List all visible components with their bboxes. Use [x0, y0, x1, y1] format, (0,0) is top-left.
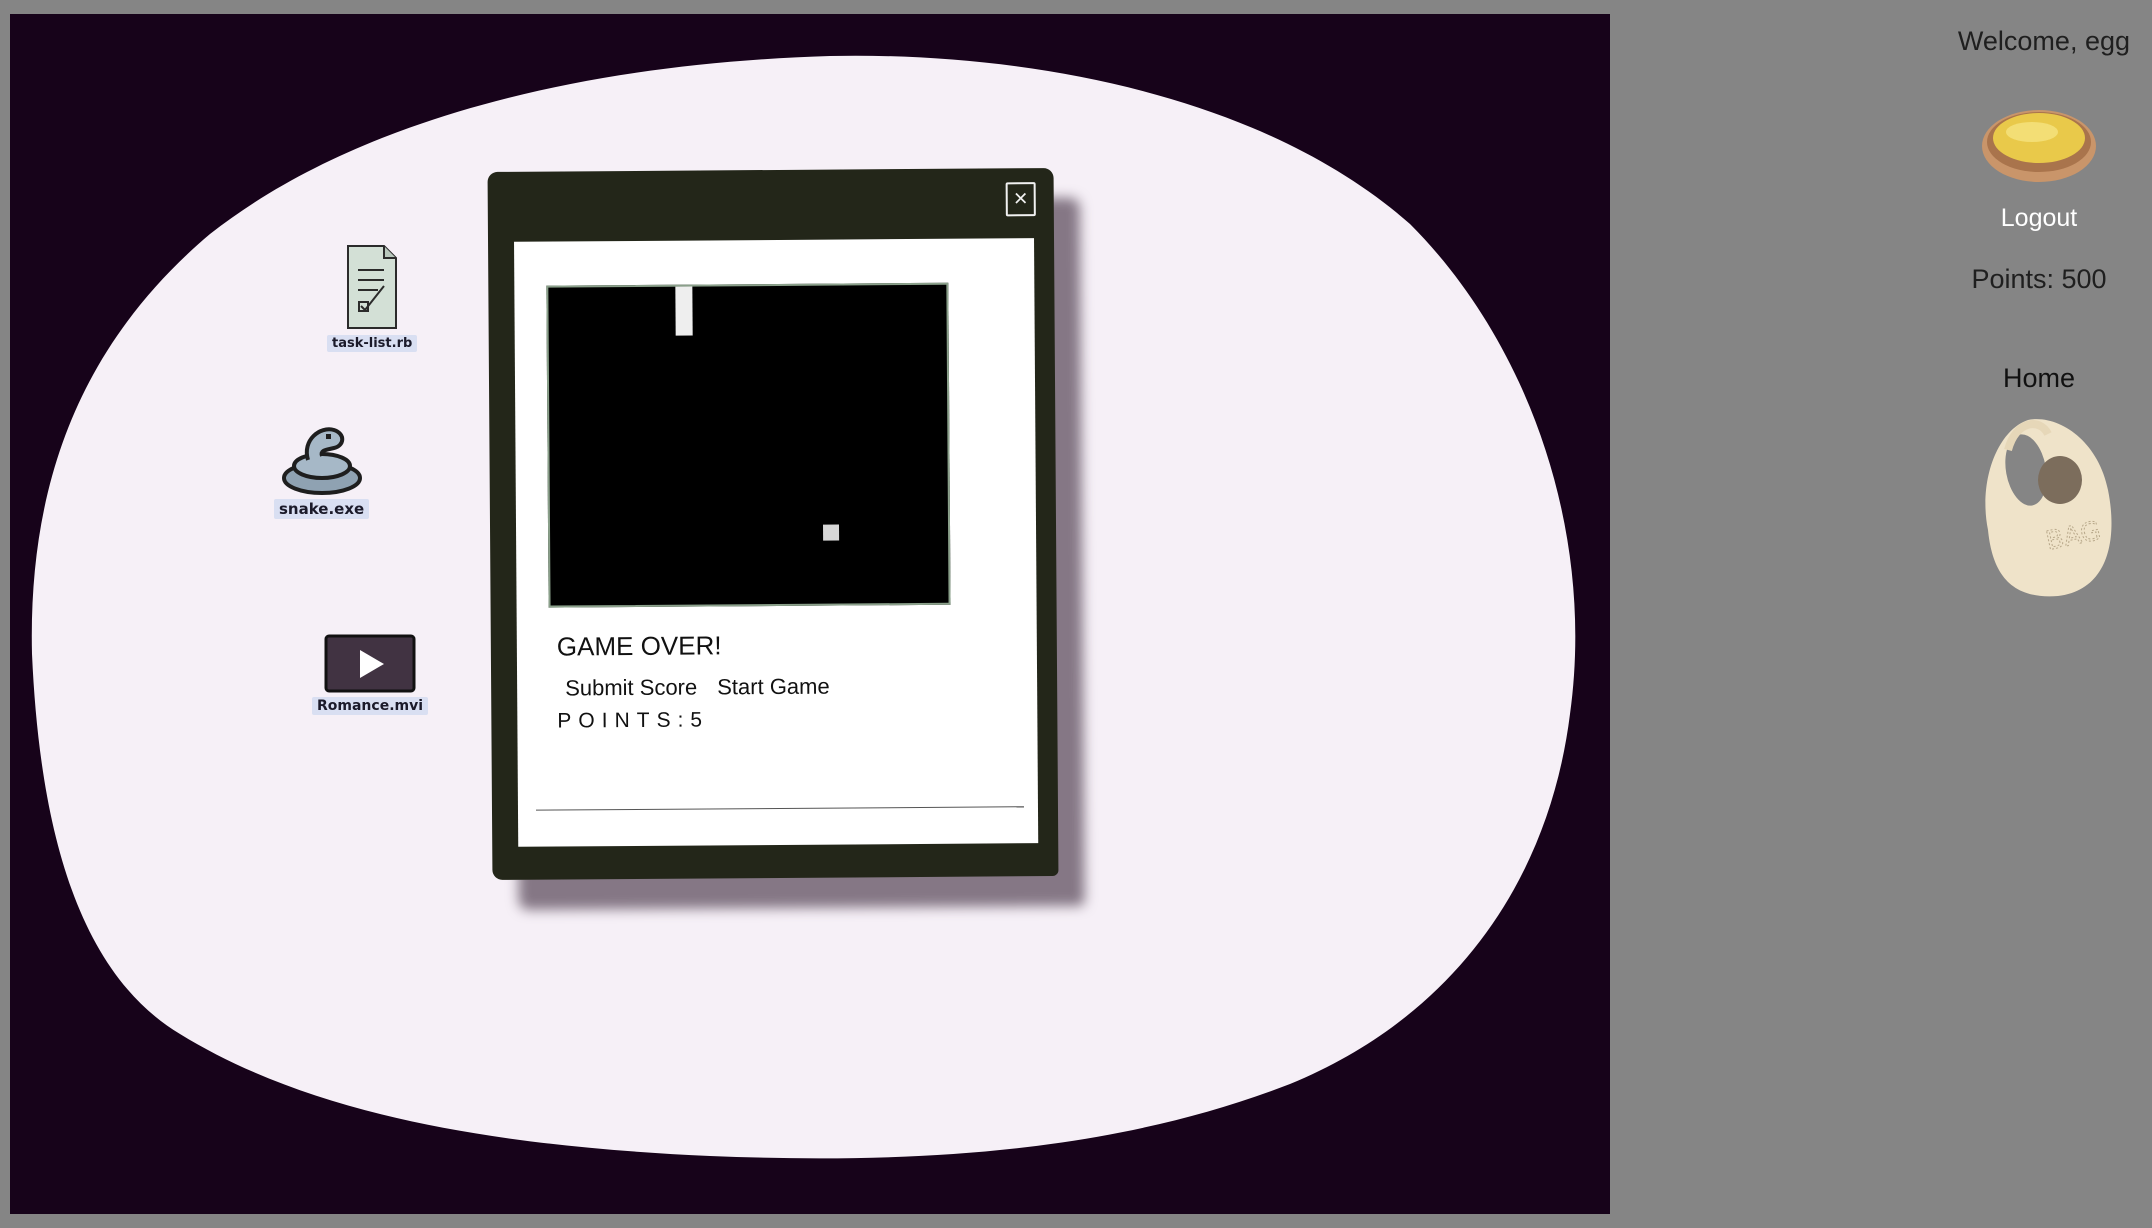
submit-score-button[interactable]: Submit Score — [565, 675, 697, 702]
close-icon: × — [1013, 185, 1028, 213]
desktop-icon-label: snake.exe — [274, 499, 370, 519]
bag-icon[interactable]: BAG — [1968, 410, 2120, 600]
desktop-icon-label: task-list.rb — [327, 335, 418, 352]
welcome-text: Welcome, egg — [1957, 26, 2130, 56]
game-actions: Submit Score Start Game — [565, 674, 830, 702]
window-content: GAME OVER! Submit Score Start Game POINT… — [514, 238, 1039, 847]
desktop-icon-romance-video[interactable]: Romance.mvi — [312, 634, 429, 715]
food-pellet — [823, 524, 840, 541]
game-points: POINTS:5 — [557, 708, 710, 733]
task-list-icon — [347, 245, 398, 329]
desktop: task-list.rb snake.exe Romance.mvi × GAM… — [10, 14, 1610, 1214]
desktop-icon-label: Romance.mvi — [312, 697, 429, 715]
logout-button[interactable]: Logout — [1910, 204, 2152, 233]
snake-icon — [281, 427, 362, 495]
game-canvas[interactable] — [546, 282, 951, 608]
desktop-icon-snake[interactable]: snake.exe — [274, 420, 370, 519]
snake-game-window: × GAME OVER! Submit Score Start Game POI… — [487, 168, 1059, 880]
start-game-button[interactable]: Start Game — [717, 674, 830, 701]
divider — [535, 806, 1024, 811]
points-total: Points: 500 — [1971, 264, 2107, 294]
close-button[interactable]: × — [1005, 182, 1036, 217]
desktop-icon-task-list[interactable]: task-list.rb — [327, 244, 418, 352]
snake-segment — [675, 286, 693, 336]
egg-tart-avatar-icon[interactable] — [1980, 102, 2098, 184]
home-link[interactable]: Home — [1910, 363, 2152, 394]
video-icon — [324, 634, 416, 693]
game-status: GAME OVER! — [556, 630, 722, 662]
sidebar: Welcome, egg Logout Points: 500 Home BAG — [1610, 0, 2152, 1228]
